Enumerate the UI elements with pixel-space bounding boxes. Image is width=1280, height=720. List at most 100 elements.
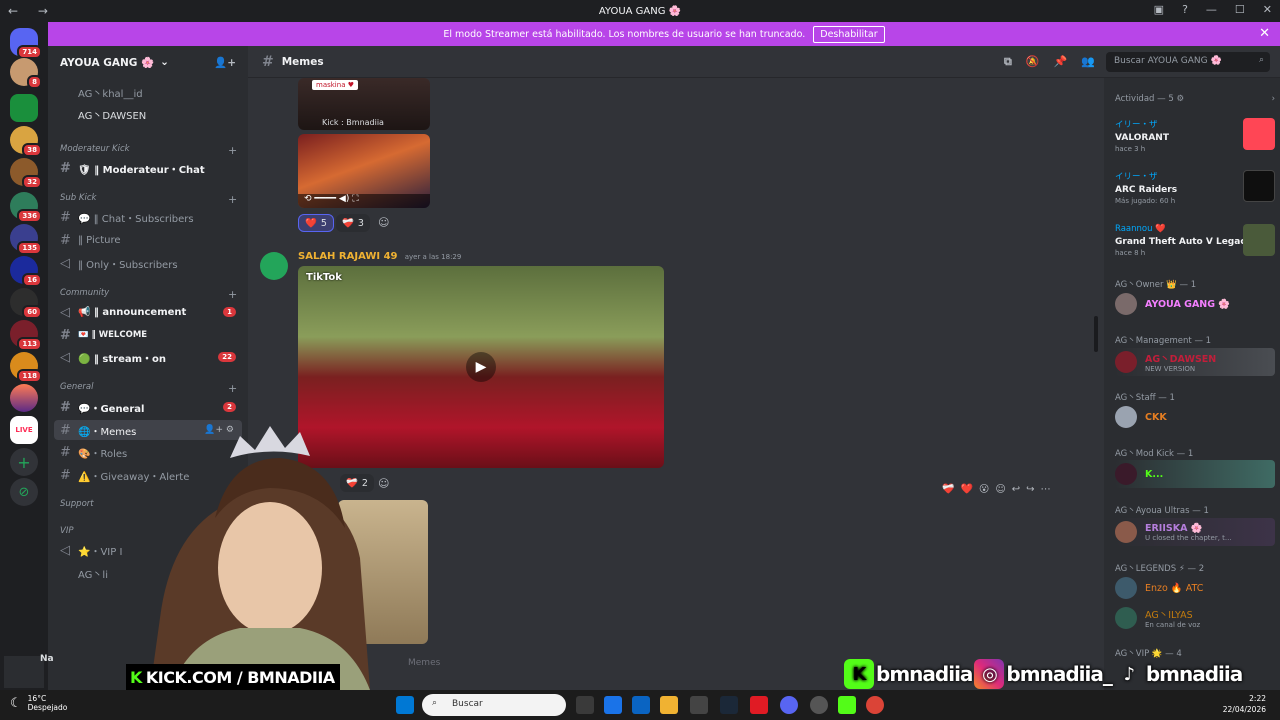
discord-icon[interactable]: [780, 696, 798, 714]
activity-card[interactable]: イリー・ザ VALORANT hace 3 h: [1115, 118, 1275, 153]
avatar: [1115, 577, 1137, 599]
direct-messages-icon[interactable]: 714: [10, 28, 42, 59]
search-placeholder: Buscar: [452, 699, 483, 709]
reaction-button[interactable]: ❤️ 5: [298, 214, 334, 232]
guild-header[interactable]: AYOUA GANG 🌸 ⌄ 👤+: [48, 46, 248, 78]
activity-card[interactable]: イリー・ザ ARC Raiders Más jugado: 60 h: [1115, 170, 1275, 205]
disable-button[interactable]: Deshabilitar: [813, 25, 885, 43]
close-icon[interactable]: ✕: [1259, 26, 1270, 41]
webcam-overlay: Na: [0, 418, 440, 690]
task-view-icon[interactable]: [576, 696, 594, 714]
channel-item[interactable]: ◁ ‖ Only・Subscribers: [54, 253, 242, 273]
store-icon[interactable]: [604, 696, 622, 714]
channel-item[interactable]: ◁ 📢 ‖ announcement 1: [54, 302, 242, 322]
chrome-icon[interactable]: [866, 696, 884, 714]
handle-text: bmnadiia: [1145, 662, 1243, 686]
avatar[interactable]: [260, 252, 288, 280]
app-icon[interactable]: [810, 696, 828, 714]
help-icon[interactable]: ?: [1182, 3, 1188, 16]
channel-item[interactable]: # ‖ Picture: [54, 230, 242, 250]
category-header[interactable]: Community +: [60, 288, 237, 301]
tiktok-logo-icon: ♪: [1123, 663, 1136, 685]
badge: 336: [17, 209, 42, 223]
threads-icon[interactable]: ⧉: [1004, 55, 1012, 69]
folder-icon[interactable]: [660, 696, 678, 714]
author-name[interactable]: SALAH RAJAWI 49: [298, 251, 398, 262]
quick-reaction[interactable]: 😮: [979, 484, 989, 495]
start-icon[interactable]: [396, 696, 414, 714]
invite-icon[interactable]: 👤+: [214, 56, 236, 69]
social-handles-overlay: Kbmnadiia ◎ bmnadiia_ ♪ bmnadiia: [844, 656, 1268, 692]
server-icon[interactable]: 38: [10, 126, 42, 157]
reply-icon[interactable]: ↩: [1012, 484, 1020, 495]
scrollbar[interactable]: [1094, 316, 1098, 352]
add-channel-icon[interactable]: +: [228, 193, 237, 206]
server-icon[interactable]: [10, 94, 38, 122]
avatar: [1115, 351, 1137, 373]
voice-user[interactable]: AG丶DAWSEN: [72, 104, 242, 124]
message-image[interactable]: maskina ♥ Kick : Bmnadiia: [298, 78, 430, 130]
taskbar-search[interactable]: ⌕ Buscar: [422, 694, 566, 716]
member-item[interactable]: AG丶ILYAS En canal de voz: [1115, 604, 1275, 632]
member-item[interactable]: CKK: [1115, 403, 1275, 431]
maximize-button[interactable]: ☐: [1235, 3, 1245, 16]
channel-item[interactable]: # 💌 ‖ WELCOME: [54, 325, 242, 345]
server-icon[interactable]: [10, 384, 38, 412]
channel-item[interactable]: # 💬・General 2: [54, 397, 242, 417]
kick-logo-icon: K: [130, 667, 142, 687]
members-icon[interactable]: 👥: [1081, 55, 1095, 69]
more-icon[interactable]: ⋯: [1041, 484, 1051, 495]
kick-app-icon[interactable]: [838, 696, 856, 714]
opera-icon[interactable]: [750, 696, 768, 714]
app-icon[interactable]: [690, 696, 708, 714]
channel-item[interactable]: ◁ 🟢 ‖ stream・on 22: [54, 347, 242, 367]
search-input[interactable]: Buscar AYOUA GANG 🌸 ⌕: [1106, 52, 1270, 72]
clock[interactable]: 2:22 22/04/2026: [1223, 693, 1266, 715]
reaction-emoji: ❤️: [305, 217, 317, 229]
forward-icon[interactable]: ↪: [1026, 484, 1034, 495]
channel-item[interactable]: # 🛡 ‖ Moderateur・Chat: [54, 158, 242, 178]
handle-text: bmnadiia: [876, 662, 973, 686]
member-item[interactable]: AG丶DAWSEN NEW VERSION: [1115, 348, 1275, 376]
server-icon[interactable]: 113: [10, 320, 42, 351]
reaction-button[interactable]: ❤️‍🩹 3: [336, 214, 370, 232]
outlook-icon[interactable]: [632, 696, 650, 714]
server-icon[interactable]: 16: [10, 256, 42, 287]
nav-arrows[interactable]: ← →: [8, 4, 56, 18]
add-reaction-icon[interactable]: ☺: [995, 484, 1005, 495]
add-reaction-icon[interactable]: ☺: [378, 216, 389, 229]
channel-item[interactable]: # 💬 ‖ Chat・Subscribers: [54, 207, 242, 227]
play-icon[interactable]: ▶: [466, 352, 496, 382]
member-item[interactable]: Enzo 🔥 ATC: [1115, 574, 1275, 602]
add-channel-icon[interactable]: +: [228, 288, 237, 301]
inbox-icon[interactable]: ▣: [1154, 3, 1164, 16]
mute-icon[interactable]: 🔕: [1026, 55, 1040, 69]
quick-reaction[interactable]: ❤️‍🩹: [942, 484, 954, 495]
voice-user[interactable]: AG丶khal__id: [72, 82, 242, 102]
server-icon[interactable]: 60: [10, 288, 42, 319]
add-channel-icon[interactable]: +: [228, 382, 237, 395]
steam-icon[interactable]: [720, 696, 738, 714]
badge: 8: [27, 75, 42, 89]
member-item[interactable]: K...: [1115, 460, 1275, 488]
close-button[interactable]: ✕: [1263, 3, 1272, 16]
category-header[interactable]: General +: [60, 382, 237, 395]
chevron-right-icon[interactable]: ›: [1272, 94, 1275, 104]
add-channel-icon[interactable]: +: [228, 144, 237, 157]
minimize-button[interactable]: —: [1206, 3, 1217, 16]
message-video[interactable]: ⟲ ━━━━ ◀) ⛶: [298, 134, 430, 208]
server-icon[interactable]: 32: [10, 158, 42, 189]
member-item[interactable]: AYOUA GANG 🌸: [1115, 290, 1275, 318]
quick-reaction[interactable]: ❤️: [960, 484, 972, 495]
weather-widget[interactable]: ☾ 16°C Despejado: [10, 694, 67, 712]
category-header[interactable]: Moderateur Kick +: [60, 144, 237, 157]
server-icon[interactable]: 336: [10, 192, 42, 223]
pin-icon[interactable]: 📌: [1054, 55, 1068, 69]
server-icon[interactable]: 118: [10, 352, 42, 383]
video-controls[interactable]: ⟲ ━━━━ ◀) ⛶: [298, 194, 430, 208]
server-icon[interactable]: 135: [10, 224, 42, 255]
server-icon[interactable]: 8: [10, 58, 42, 89]
activity-card[interactable]: Raannou ❤️ Grand Theft Auto V Legacy hac…: [1115, 224, 1275, 257]
category-header[interactable]: Sub Kick +: [60, 193, 237, 206]
member-item[interactable]: ERIISKA 🌸 U closed the chapter, t...: [1115, 518, 1275, 546]
